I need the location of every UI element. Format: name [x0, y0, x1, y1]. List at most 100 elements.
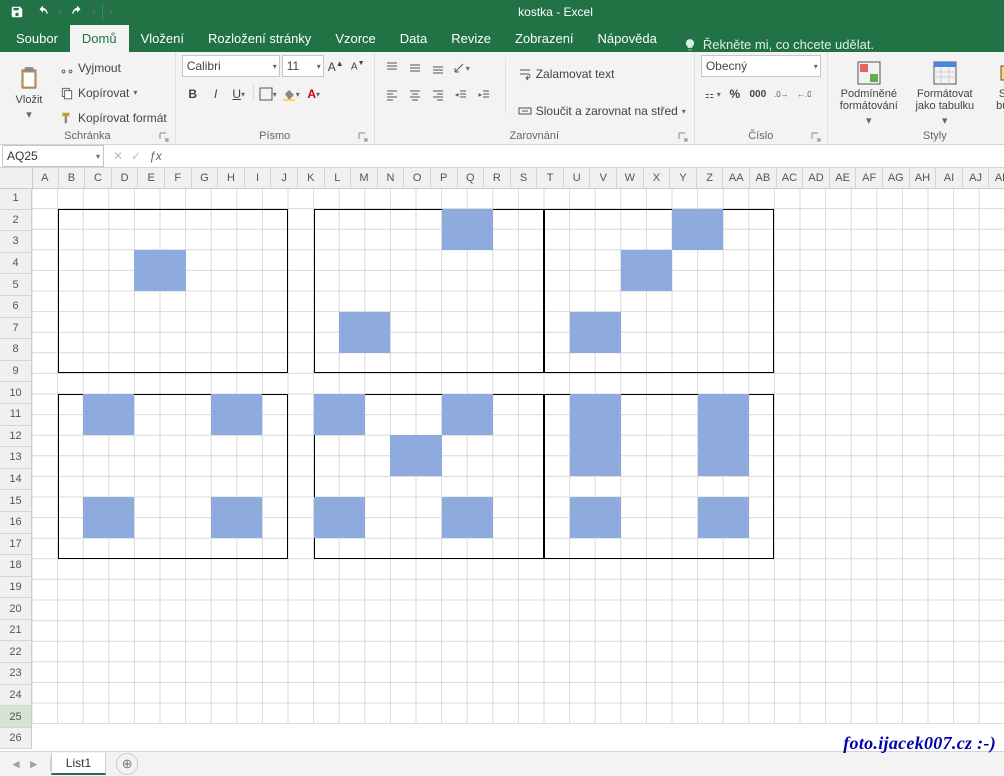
- align-center-button[interactable]: [404, 85, 426, 105]
- dialog-launcher-icon[interactable]: [678, 132, 688, 142]
- dialog-launcher-icon[interactable]: [811, 132, 821, 142]
- save-button[interactable]: [6, 1, 28, 23]
- column-header[interactable]: M: [351, 168, 378, 189]
- tab-zobrazení[interactable]: Zobrazení: [503, 25, 586, 52]
- column-header[interactable]: I: [245, 168, 272, 189]
- tell-me-search[interactable]: Řekněte mi, co chcete udělat.: [683, 37, 874, 52]
- worksheet-area[interactable]: ABCDEFGHIJKLMNOPQRSTUVWXYZAAABACADAEAFAG…: [0, 168, 1004, 751]
- column-header[interactable]: AF: [856, 168, 883, 189]
- row-header[interactable]: 20: [0, 598, 32, 620]
- sheet-nav-next[interactable]: ►: [26, 757, 42, 771]
- row-header[interactable]: 23: [0, 663, 32, 685]
- increase-indent-button[interactable]: [473, 85, 495, 105]
- column-header[interactable]: AB: [750, 168, 777, 189]
- cell-styles-button[interactable]: Styly buňky▾: [986, 55, 1004, 130]
- row-header[interactable]: 5: [0, 274, 32, 296]
- increase-font-button[interactable]: A▲: [326, 56, 346, 76]
- align-middle-button[interactable]: [404, 58, 426, 78]
- column-header[interactable]: Y: [670, 168, 697, 189]
- row-header[interactable]: 17: [0, 534, 32, 556]
- column-header[interactable]: AG: [883, 168, 910, 189]
- increase-decimal-button[interactable]: .0→: [770, 84, 792, 104]
- column-header[interactable]: R: [484, 168, 511, 189]
- underline-button[interactable]: U▾: [228, 84, 250, 104]
- column-header[interactable]: F: [165, 168, 192, 189]
- column-header[interactable]: AE: [830, 168, 857, 189]
- column-header[interactable]: S: [511, 168, 538, 189]
- row-header[interactable]: 13: [0, 447, 32, 469]
- orientation-button[interactable]: ▾: [450, 58, 472, 78]
- decrease-font-button[interactable]: A▼: [348, 56, 368, 76]
- redo-dropdown[interactable]: ▾: [92, 8, 96, 17]
- row-headers[interactable]: 1234567891011121314151617181920212223242…: [0, 188, 32, 751]
- redo-button[interactable]: [66, 1, 88, 23]
- column-header[interactable]: B: [59, 168, 86, 189]
- column-header[interactable]: E: [138, 168, 165, 189]
- column-header[interactable]: K: [298, 168, 325, 189]
- column-header[interactable]: H: [218, 168, 245, 189]
- font-name-combo[interactable]: Calibri▾: [182, 55, 280, 77]
- comma-button[interactable]: 000: [747, 84, 769, 104]
- row-header[interactable]: 11: [0, 404, 32, 426]
- row-header[interactable]: 22: [0, 641, 32, 663]
- column-headers[interactable]: ABCDEFGHIJKLMNOPQRSTUVWXYZAAABACADAEAFAG…: [32, 168, 1004, 188]
- row-header[interactable]: 10: [0, 382, 32, 404]
- row-header[interactable]: 14: [0, 469, 32, 491]
- column-header[interactable]: A: [32, 168, 59, 189]
- cut-button[interactable]: Vyjmout: [58, 60, 169, 76]
- tab-soubor[interactable]: Soubor: [4, 25, 70, 52]
- row-header[interactable]: 7: [0, 318, 32, 340]
- sheet-tab-active[interactable]: List1: [51, 753, 106, 775]
- undo-button[interactable]: [32, 1, 54, 23]
- fill-color-button[interactable]: ▾: [280, 84, 302, 104]
- borders-button[interactable]: ▾: [257, 84, 279, 104]
- select-all-button[interactable]: [0, 168, 33, 189]
- column-header[interactable]: AC: [777, 168, 804, 189]
- undo-dropdown[interactable]: ▾: [58, 8, 62, 17]
- tab-data[interactable]: Data: [388, 25, 439, 52]
- column-header[interactable]: V: [590, 168, 617, 189]
- row-header[interactable]: 15: [0, 490, 32, 512]
- align-bottom-button[interactable]: [427, 58, 449, 78]
- row-header[interactable]: 1: [0, 188, 32, 210]
- row-header[interactable]: 24: [0, 685, 32, 707]
- paste-button[interactable]: Vložit ▾: [6, 55, 52, 130]
- row-header[interactable]: 25: [0, 706, 32, 728]
- column-header[interactable]: G: [192, 168, 219, 189]
- paste-dropdown[interactable]: ▾: [26, 109, 32, 121]
- add-sheet-button[interactable]: ⊕: [116, 753, 138, 775]
- tab-domů[interactable]: Domů: [70, 25, 129, 52]
- row-header[interactable]: 12: [0, 426, 32, 448]
- tab-rozložení-stránky[interactable]: Rozložení stránky: [196, 25, 323, 52]
- column-header[interactable]: Q: [458, 168, 485, 189]
- cells-grid[interactable]: [32, 188, 1004, 751]
- formula-input[interactable]: [169, 146, 1004, 166]
- accounting-format-button[interactable]: ⚏▾: [701, 84, 723, 104]
- column-header[interactable]: AD: [803, 168, 830, 189]
- row-header[interactable]: 16: [0, 512, 32, 534]
- column-header[interactable]: AK: [989, 168, 1004, 189]
- tab-vložení[interactable]: Vložení: [129, 25, 196, 52]
- column-header[interactable]: U: [564, 168, 591, 189]
- wrap-text-button[interactable]: Zalamovat text: [516, 66, 688, 82]
- column-header[interactable]: AA: [723, 168, 750, 189]
- italic-button[interactable]: I: [205, 84, 227, 104]
- merge-dropdown[interactable]: ▾: [682, 107, 686, 116]
- column-header[interactable]: Z: [697, 168, 724, 189]
- row-header[interactable]: 4: [0, 253, 32, 275]
- column-header[interactable]: W: [617, 168, 644, 189]
- format-painter-button[interactable]: Kopírovat formát: [58, 110, 169, 126]
- number-format-combo[interactable]: Obecný▾: [701, 55, 821, 77]
- column-header[interactable]: P: [431, 168, 458, 189]
- insert-function-button[interactable]: ƒx: [146, 149, 165, 163]
- column-header[interactable]: L: [325, 168, 352, 189]
- decrease-indent-button[interactable]: [450, 85, 472, 105]
- column-header[interactable]: N: [378, 168, 405, 189]
- column-header[interactable]: AH: [910, 168, 937, 189]
- sheet-nav-prev[interactable]: ◄: [8, 757, 24, 771]
- row-header[interactable]: 8: [0, 339, 32, 361]
- font-color-button[interactable]: A▾: [303, 84, 325, 104]
- column-header[interactable]: C: [85, 168, 112, 189]
- column-header[interactable]: J: [271, 168, 298, 189]
- row-header[interactable]: 18: [0, 555, 32, 577]
